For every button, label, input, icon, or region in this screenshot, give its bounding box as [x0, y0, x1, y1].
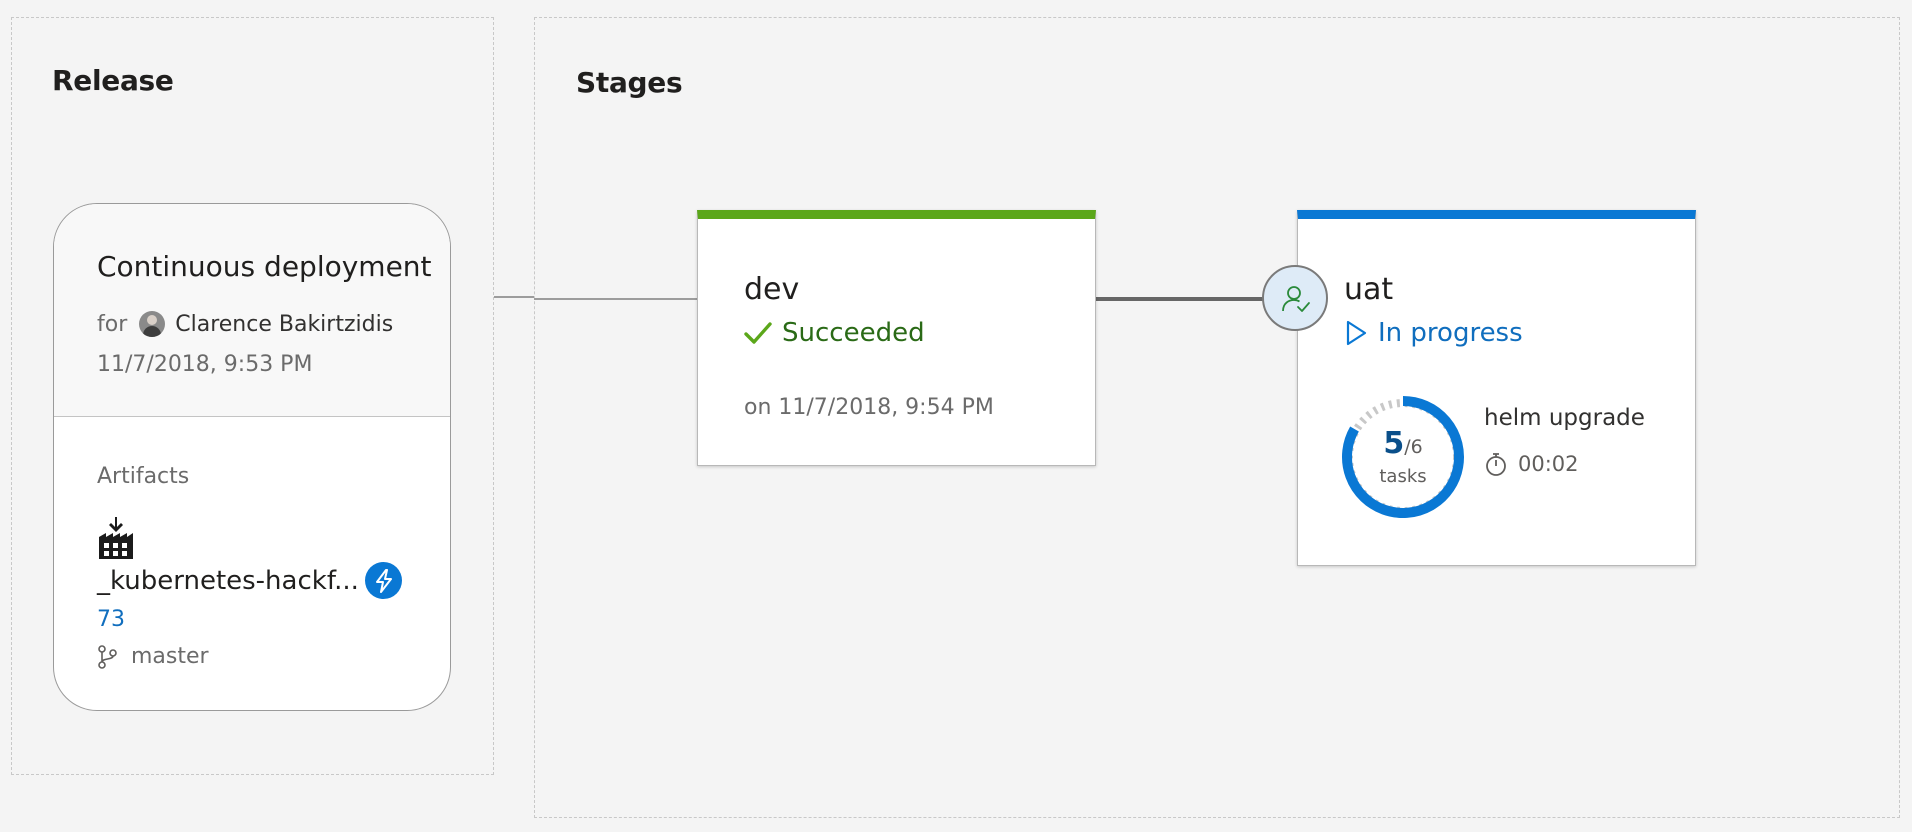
tasks-total: /6 — [1404, 436, 1423, 458]
release-section-title: Release — [52, 64, 174, 97]
release-created-date: 11/7/2018, 9:53 PM — [97, 352, 313, 377]
task-progress-ring: 5/6 tasks — [1340, 394, 1466, 520]
release-trigger-title: Continuous deployment — [97, 250, 432, 283]
stage-name: uat — [1344, 272, 1394, 307]
stopwatch-icon — [1486, 453, 1506, 476]
for-label: for — [97, 311, 128, 337]
tasks-completed: 5/6 — [1383, 426, 1423, 461]
stages-section-title: Stages — [576, 66, 683, 99]
dev-to-uat-connector — [1096, 297, 1264, 301]
branch-icon — [98, 644, 117, 669]
stage-name: dev — [744, 272, 800, 307]
stage-status-label: Succeeded — [782, 318, 925, 348]
stage-card-uat[interactable]: uat In progress 5/6 tasks helm upgrade 0… — [1297, 210, 1696, 566]
stage-status: In progress — [1344, 318, 1523, 348]
stage-status: Succeeded — [744, 318, 925, 348]
artifact-name[interactable]: _kubernetes-hackf... — [97, 566, 359, 596]
build-pipeline-icon — [97, 517, 135, 559]
user-approved-icon — [1282, 286, 1310, 312]
checkmark-icon — [744, 322, 772, 344]
stage-card-dev[interactable]: dev Succeeded on 11/7/2018, 9:54 PM — [697, 210, 1096, 466]
lightning-icon — [365, 562, 402, 599]
artifact-branch: master — [97, 644, 209, 669]
artifact-build-number[interactable]: 73 — [97, 607, 125, 632]
avatar — [139, 311, 166, 337]
release-requested-for: for Clarence Bakirtzidis — [97, 311, 393, 337]
release-card[interactable]: Continuous deployment for Clarence Bakir… — [53, 203, 451, 711]
stage-status-label: In progress — [1378, 318, 1523, 348]
stage-completed-date: on 11/7/2018, 9:54 PM — [744, 395, 994, 420]
elapsed-time: 00:02 — [1518, 452, 1579, 476]
release-author: Clarence Bakirtzidis — [175, 311, 394, 337]
pre-deployment-approval[interactable] — [1262, 265, 1328, 331]
tasks-label: tasks — [1379, 466, 1427, 487]
branch-name: master — [131, 644, 209, 669]
release-connector — [494, 296, 534, 298]
release-to-dev-connector — [534, 298, 697, 300]
play-icon — [1346, 320, 1367, 346]
artifacts-label: Artifacts — [97, 464, 190, 489]
current-task-name: helm upgrade — [1484, 405, 1645, 431]
task-elapsed: 00:02 — [1484, 451, 1579, 477]
